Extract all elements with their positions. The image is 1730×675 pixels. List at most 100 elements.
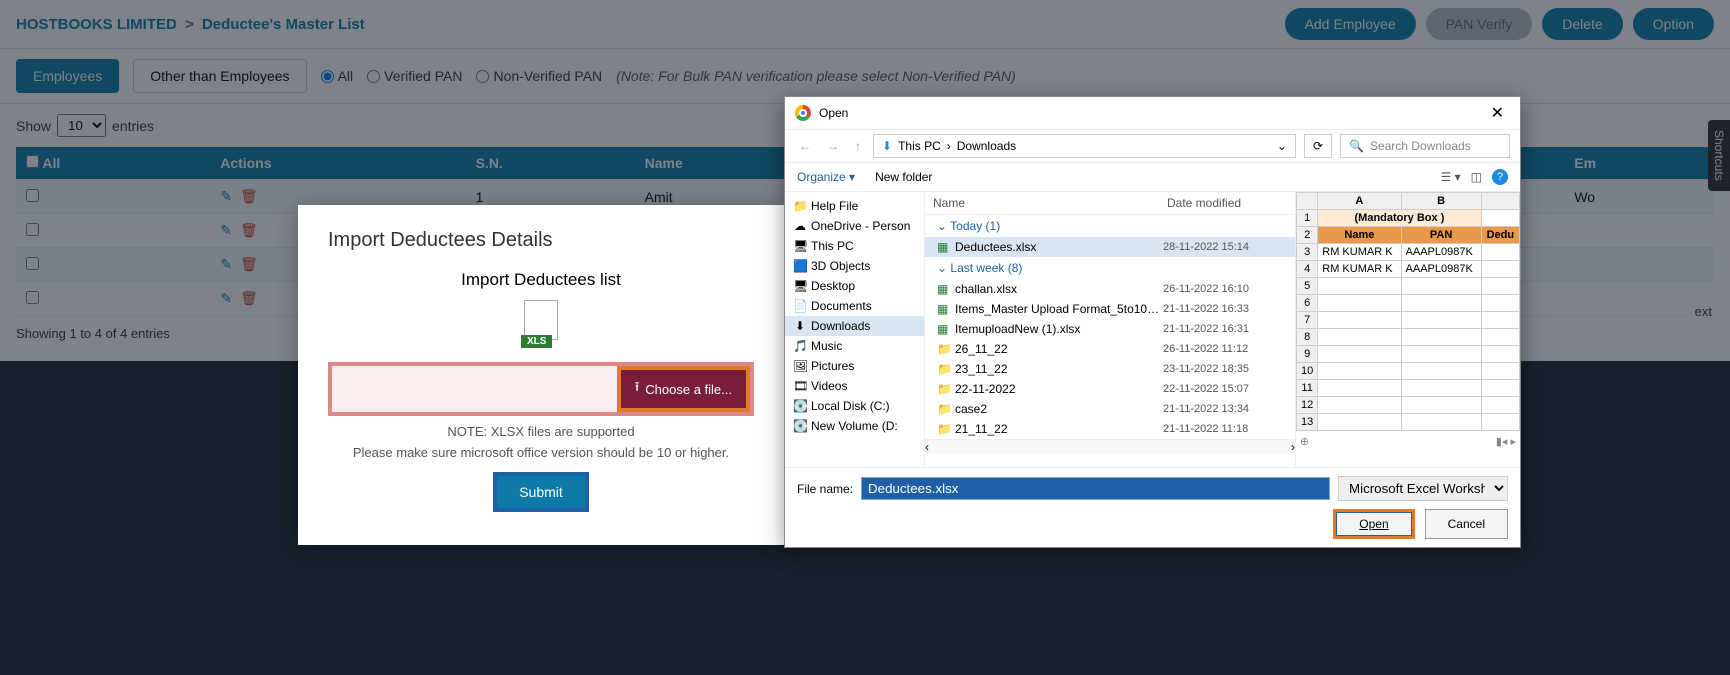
path-folder[interactable]: Downloads xyxy=(957,139,1016,153)
open-button[interactable]: Open xyxy=(1336,512,1411,536)
file-date: 22-11-2022 15:07 xyxy=(1163,383,1283,395)
file-name: 21_11_22 xyxy=(955,422,1163,436)
dialog-bottom: File name: Microsoft Excel Worksheet (*.… xyxy=(785,467,1520,547)
refresh-icon[interactable]: ⟳ xyxy=(1304,134,1332,158)
sidebar-item-icon: 🖥 xyxy=(793,279,807,293)
file-row[interactable]: 📁 26_11_22 26-11-2022 11:12 xyxy=(925,339,1295,359)
close-icon[interactable]: ✕ xyxy=(1485,103,1510,123)
up-icon[interactable]: ↑ xyxy=(851,137,865,155)
file-row[interactable]: 📁 case2 21-11-2022 13:34 xyxy=(925,399,1295,419)
sidebar-item[interactable]: 🟦3D Objects xyxy=(785,256,924,276)
dialog-titlebar: Open ✕ xyxy=(785,97,1520,129)
file-row[interactable]: ▦ challan.xlsx 26-11-2022 16:10 xyxy=(925,279,1295,299)
view-icon[interactable]: ☰ ▾ xyxy=(1441,170,1461,184)
file-icon: ▦ xyxy=(937,322,955,336)
dialog-body: 📁Help File☁OneDrive - Person🖥This PC🟦3D … xyxy=(785,192,1520,467)
col-name-label[interactable]: Name xyxy=(933,196,1167,210)
sidebar-item[interactable]: 📄Documents xyxy=(785,296,924,316)
sheet-nav[interactable]: ▮◂ ▸ xyxy=(1496,435,1516,448)
add-sheet-icon[interactable]: ⊕ xyxy=(1300,435,1309,448)
file-icon: ▦ xyxy=(937,240,955,254)
sidebar-item-icon: 🖥 xyxy=(793,239,807,253)
back-icon[interactable]: ← xyxy=(795,137,815,155)
upload-icon: ⭱ xyxy=(635,378,640,400)
choose-file-button[interactable]: ⭱ Choose a file... xyxy=(621,370,746,408)
file-icon: 📁 xyxy=(937,422,955,436)
submit-button[interactable]: Submit xyxy=(497,476,585,508)
sidebar-item[interactable]: 💽Local Disk (C:) xyxy=(785,396,924,416)
sidebar-item-icon: 🖼 xyxy=(793,359,807,373)
dialog-sidebar: 📁Help File☁OneDrive - Person🖥This PC🟦3D … xyxy=(785,192,925,467)
import-modal: Import Deductees Details Import Deductee… xyxy=(298,205,784,545)
import-note2: Please make sure microsoft office versio… xyxy=(328,445,754,460)
forward-icon[interactable]: → xyxy=(823,137,843,155)
dialog-files: Name Date modified ⌄ Today (1)▦ Deductee… xyxy=(925,192,1520,467)
sidebar-item[interactable]: 🎵Music xyxy=(785,336,924,356)
file-row[interactable]: 📁 23_11_22 23-11-2022 18:35 xyxy=(925,359,1295,379)
sidebar-item-icon: 📁 xyxy=(793,199,807,213)
file-icon: ▦ xyxy=(937,282,955,296)
xls-icon: XLS xyxy=(521,300,561,348)
filename-label: File name: xyxy=(797,482,853,496)
sidebar-item[interactable]: 🖼Pictures xyxy=(785,356,924,376)
file-name: ItemuploadNew (1).xlsx xyxy=(955,322,1163,336)
file-name: case2 xyxy=(955,402,1163,416)
file-date: 26-11-2022 16:10 xyxy=(1163,283,1283,295)
sidebar-item-icon: 🟦 xyxy=(793,259,807,273)
import-note1: NOTE: XLSX files are supported xyxy=(328,424,754,439)
file-date: 21-11-2022 11:18 xyxy=(1163,423,1283,435)
preview-table: AB1(Mandatory Box )2NamePANDedu3RM KUMAR… xyxy=(1296,192,1520,431)
file-name: Items_Master Upload Format_5to101_Upl... xyxy=(955,302,1163,316)
new-folder-button[interactable]: New folder xyxy=(875,170,932,184)
file-name: challan.xlsx xyxy=(955,282,1163,296)
filetype-select[interactable]: Microsoft Excel Worksheet (*.xl xyxy=(1338,476,1508,501)
dialog-title: Open xyxy=(819,106,848,120)
sidebar-item[interactable]: 💽New Volume (D: xyxy=(785,416,924,436)
col-date-label[interactable]: Date modified xyxy=(1167,196,1287,210)
sidebar-item-icon: 📄 xyxy=(793,299,807,313)
sidebar-item[interactable]: ☁OneDrive - Person xyxy=(785,216,924,236)
file-row[interactable]: 📁 21_11_22 21-11-2022 11:18 xyxy=(925,419,1295,439)
file-group-header[interactable]: ⌄ Last week (8) xyxy=(925,257,1295,279)
file-list-header: Name Date modified xyxy=(925,192,1295,215)
path-pc[interactable]: This PC xyxy=(898,139,941,153)
file-list: Name Date modified ⌄ Today (1)▦ Deductee… xyxy=(925,192,1295,467)
file-icon: 📁 xyxy=(937,402,955,416)
file-icon: ▦ xyxy=(937,302,955,316)
chrome-icon xyxy=(795,105,811,121)
file-group-header[interactable]: ⌄ Today (1) xyxy=(925,215,1295,237)
search-input[interactable]: 🔍 Search Downloads xyxy=(1340,134,1510,158)
sidebar-item-icon: 💽 xyxy=(793,419,807,433)
dialog-nav: ← → ↑ ⬇ This PC › Downloads ⌄ ⟳ 🔍 Search… xyxy=(785,129,1520,163)
choose-file-highlight: ⭱ Choose a file... xyxy=(617,366,750,412)
cancel-button[interactable]: Cancel xyxy=(1425,509,1508,539)
organize-menu[interactable]: Organize ▾ xyxy=(797,170,855,184)
file-row[interactable]: ▦ Deductees.xlsx 28-11-2022 15:14 xyxy=(925,237,1295,257)
file-icon: 📁 xyxy=(937,362,955,376)
preview-pane-icon[interactable]: ◫ xyxy=(1471,170,1482,184)
file-icon: 📁 xyxy=(937,342,955,356)
file-name: 26_11_22 xyxy=(955,342,1163,356)
sidebar-item[interactable]: 🎞Videos xyxy=(785,376,924,396)
file-date: 21-11-2022 16:33 xyxy=(1163,303,1283,315)
filename-input[interactable] xyxy=(861,477,1330,500)
import-title: Import Deductees Details xyxy=(328,229,754,252)
submit-highlight: Submit xyxy=(493,472,589,512)
sidebar-item[interactable]: 📁Help File xyxy=(785,196,924,216)
file-row[interactable]: 📁 22-11-2022 22-11-2022 15:07 xyxy=(925,379,1295,399)
open-highlight: Open xyxy=(1333,509,1414,539)
file-date: 21-11-2022 16:31 xyxy=(1163,323,1283,335)
sidebar-item[interactable]: ⬇Downloads xyxy=(785,316,924,336)
file-icon: 📁 xyxy=(937,382,955,396)
path-dropdown-icon[interactable]: ⌄ xyxy=(1277,139,1287,153)
xls-label: XLS xyxy=(521,335,552,348)
sidebar-item[interactable]: 🖥This PC xyxy=(785,236,924,256)
file-date: 21-11-2022 13:34 xyxy=(1163,403,1283,415)
help-icon[interactable]: ? xyxy=(1492,169,1508,185)
sidebar-item-icon: ⬇ xyxy=(793,319,807,333)
path-bar[interactable]: ⬇ This PC › Downloads ⌄ xyxy=(873,134,1296,158)
file-row[interactable]: ▦ ItemuploadNew (1).xlsx 21-11-2022 16:3… xyxy=(925,319,1295,339)
sidebar-item[interactable]: 🖥Desktop xyxy=(785,276,924,296)
horizontal-scrollbar[interactable]: ‹› xyxy=(925,439,1295,453)
file-row[interactable]: ▦ Items_Master Upload Format_5to101_Upl.… xyxy=(925,299,1295,319)
